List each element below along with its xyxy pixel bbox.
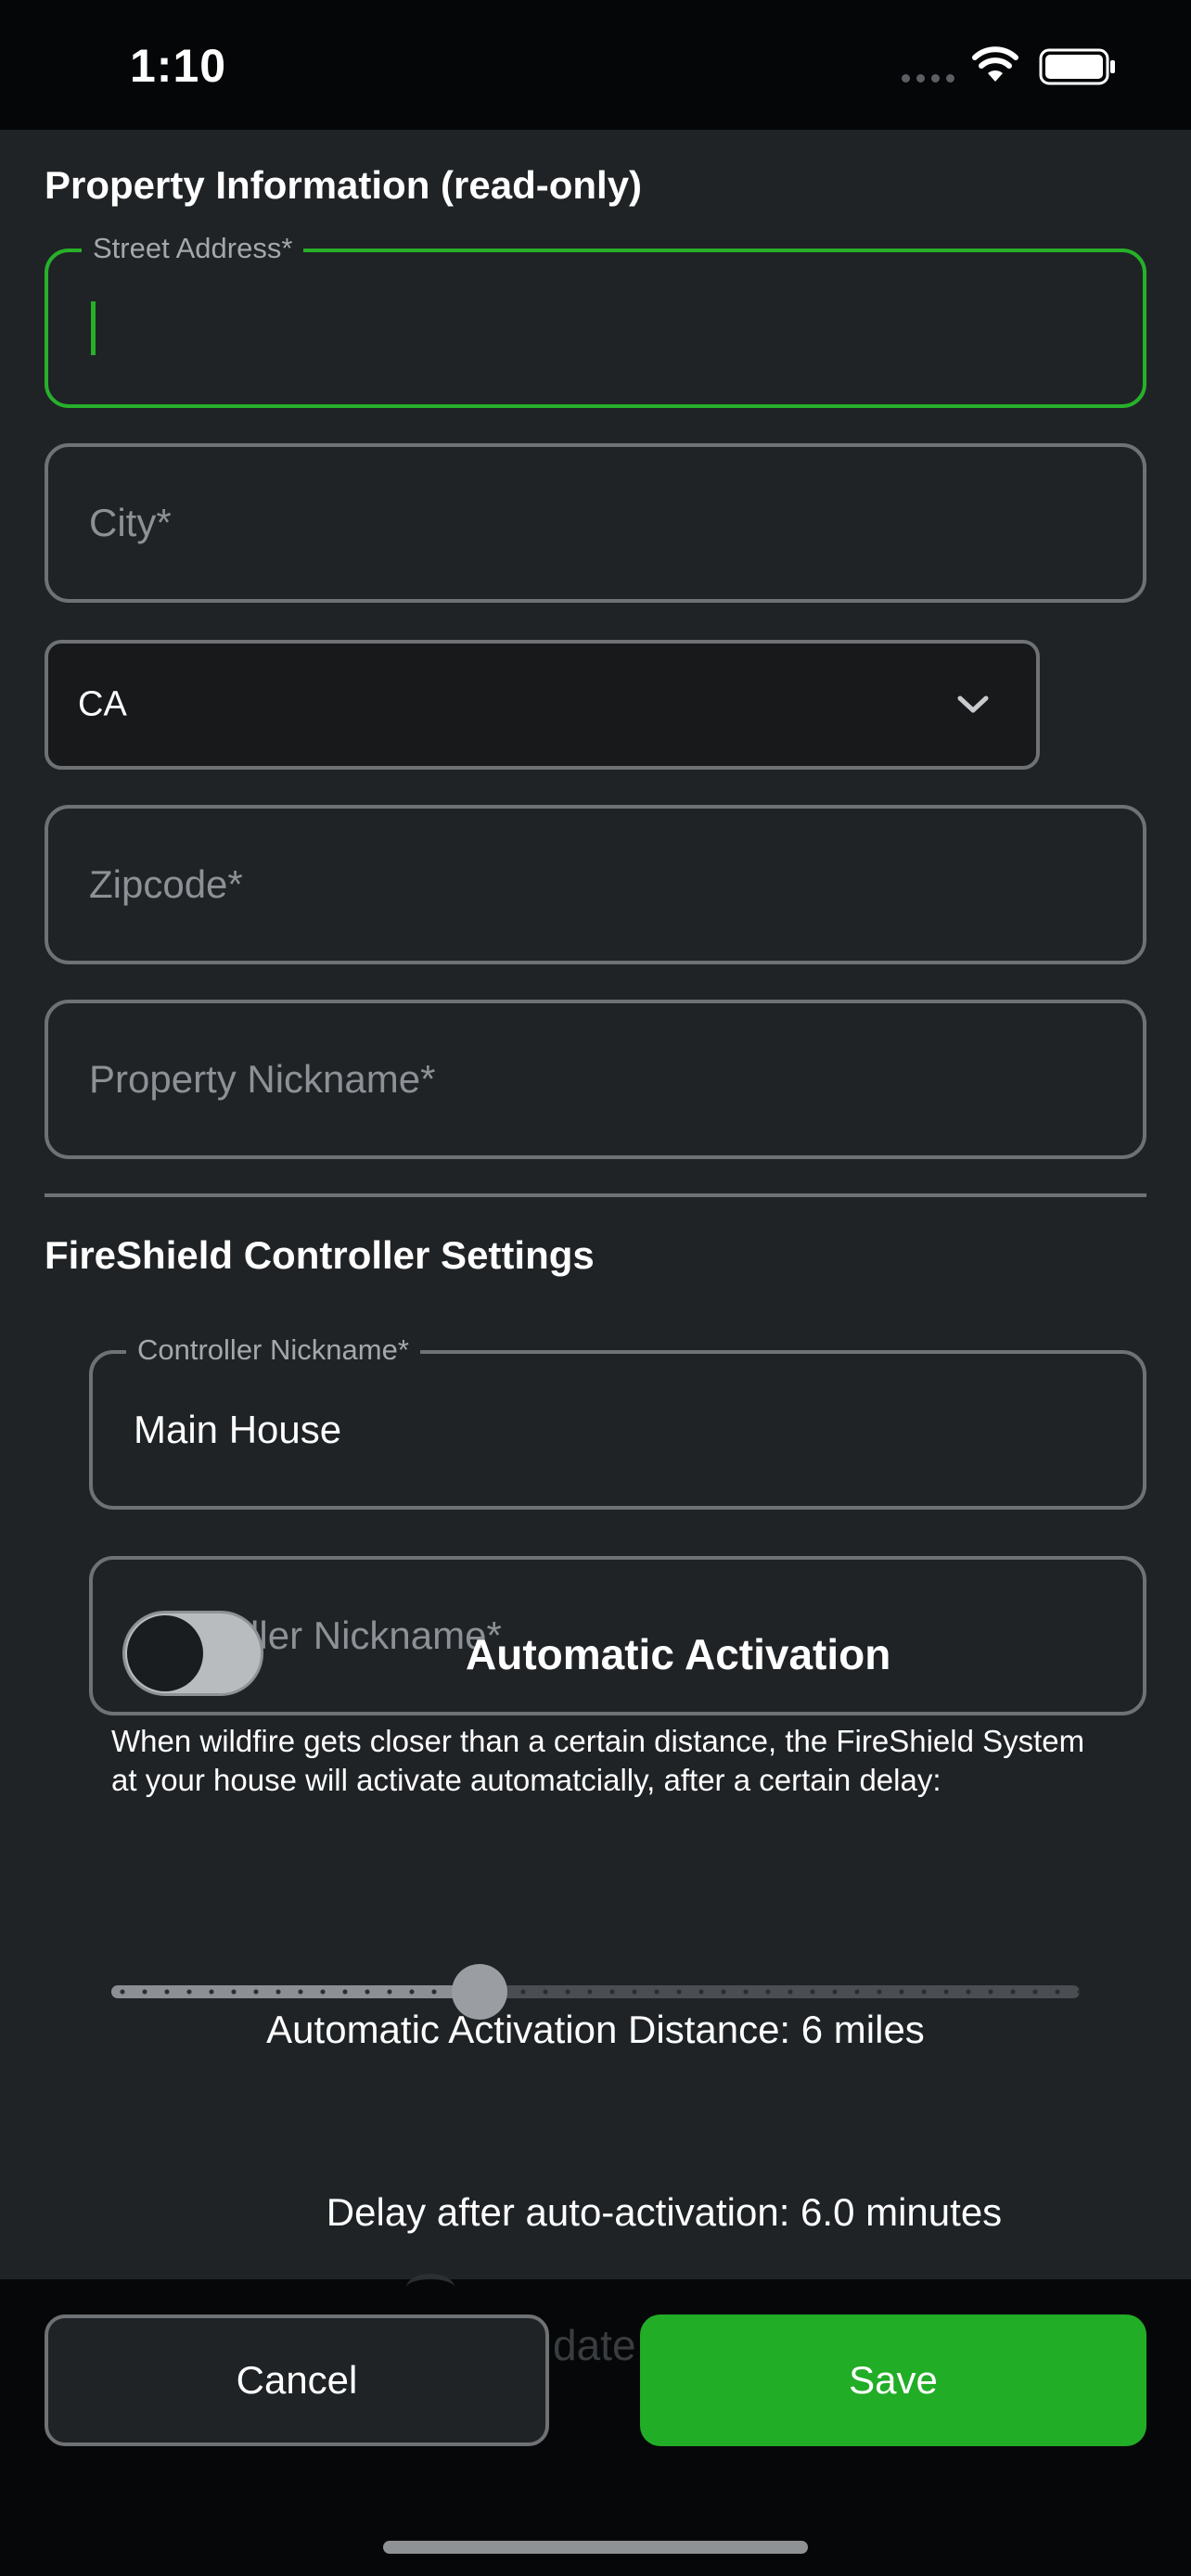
obscured-update-text: date [553, 2321, 636, 2369]
status-bar: 1:10 [0, 0, 1191, 130]
activation-distance-slider[interactable] [111, 1985, 1080, 1998]
hidden-slider-thumb-edge [406, 2274, 455, 2302]
status-time: 1:10 [130, 40, 227, 92]
street-address-label: Street Address* [82, 232, 304, 265]
form-area[interactable]: Property Information (read-only) Street … [0, 130, 1191, 2279]
home-indicator [383, 2541, 808, 2554]
property-nickname-placeholder: Property Nickname* [89, 1057, 436, 1101]
city-placeholder: City* [89, 501, 172, 544]
controller-section-title: FireShield Controller Settings [45, 1233, 595, 1277]
zipcode-placeholder: Zipcode* [89, 862, 243, 906]
controller-nickname-value: Main House [134, 1408, 342, 1451]
battery-icon [1039, 48, 1115, 85]
state-select-value: CA [78, 684, 127, 724]
toggle-knob [127, 1615, 203, 1691]
chevron-down-icon [957, 695, 989, 713]
street-address-field[interactable]: Street Address* [45, 232, 1146, 408]
automatic-activation-toggle[interactable] [122, 1611, 263, 1696]
controller-nickname-field[interactable]: Controller Nickname* Main House [89, 1333, 1146, 1510]
slider-ticks [111, 1985, 1080, 1998]
automatic-activation-label: Automatic Activation [466, 1630, 891, 1678]
wifi-icon [972, 46, 1018, 82]
cancel-button[interactable]: Cancel [45, 2315, 549, 2446]
slider-thumb[interactable] [451, 1964, 507, 2020]
zipcode-field[interactable]: Zipcode* [45, 805, 1146, 964]
activation-delay-caption: Delay after auto-activation: 6.0 minutes [326, 2190, 1003, 2234]
property-section-title: Property Information (read-only) [45, 163, 643, 207]
save-button[interactable]: Save [640, 2315, 1146, 2446]
auto-activation-description: When wildfire gets closer than a certain… [111, 1724, 1085, 1797]
cellular-signal-icon [902, 74, 954, 83]
state-select[interactable]: CA [45, 640, 1040, 770]
section-divider [45, 1193, 1146, 1197]
property-nickname-field[interactable]: Property Nickname* [45, 1000, 1146, 1159]
city-field[interactable]: City* [45, 443, 1146, 603]
activation-distance-caption: Automatic Activation Distance: 6 miles [266, 2008, 925, 2051]
controller-nickname-label: Controller Nickname* [126, 1333, 420, 1367]
text-cursor [91, 301, 96, 355]
